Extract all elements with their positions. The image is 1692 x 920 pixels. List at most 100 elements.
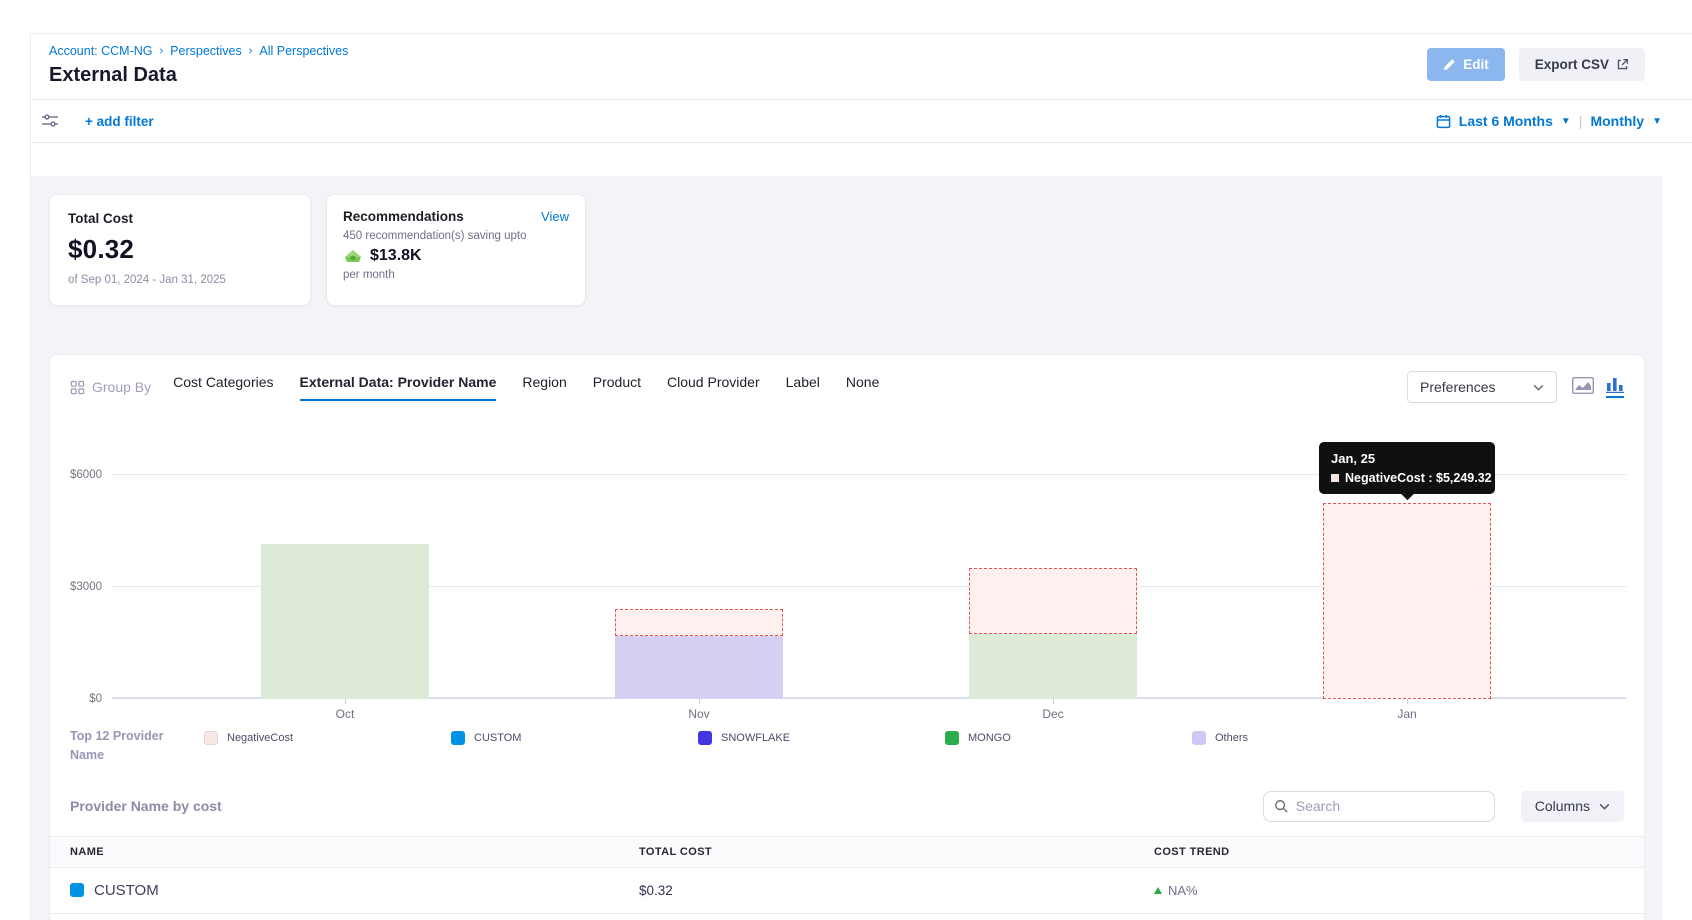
provider-name: CUSTOM <box>94 882 159 899</box>
preferences-dropdown[interactable]: Preferences <box>1407 371 1557 403</box>
legend-label: SNOWFLAKE <box>721 732 790 744</box>
export-csv-button[interactable]: Export CSV <box>1519 48 1645 81</box>
x-axis-tick <box>345 699 346 704</box>
divider: | <box>1579 113 1583 129</box>
savings-per-month: per month <box>343 269 569 281</box>
legend-item-others[interactable]: Others <box>1192 731 1439 745</box>
column-header-cost-trend[interactable]: COST TREND <box>1154 846 1644 858</box>
page-title: External Data <box>49 64 1644 87</box>
group-by-tab-none[interactable]: None <box>846 374 879 399</box>
search-input[interactable] <box>1296 798 1484 814</box>
y-axis-tick-label: $0 <box>50 693 102 705</box>
page-header: Account: CCM-NG › Perspectives › All Per… <box>31 34 1692 100</box>
group-by-tabs: Cost Categories External Data: Provider N… <box>173 374 879 401</box>
column-header-total-cost[interactable]: TOTAL COST <box>639 846 1154 858</box>
trend-value: NA% <box>1168 883 1198 898</box>
total-cost-value: $0.32 <box>68 234 292 265</box>
x-axis-label-nov: Nov <box>688 707 709 721</box>
calendar-icon <box>1436 114 1451 129</box>
group-by-tab-cloud-provider[interactable]: Cloud Provider <box>667 374 760 399</box>
total-cost-label: Total Cost <box>68 211 292 226</box>
add-filter-button[interactable]: + add filter <box>85 114 154 129</box>
tooltip-series-swatch <box>1331 474 1339 482</box>
column-header-name[interactable]: NAME <box>50 846 639 858</box>
x-axis-tick <box>1407 699 1408 704</box>
columns-button[interactable]: Columns <box>1521 791 1624 822</box>
x-axis-tick <box>1053 699 1054 704</box>
header-actions: Edit Export CSV <box>1427 48 1645 81</box>
breadcrumb-separator-icon: › <box>249 45 253 57</box>
group-by-tab-region[interactable]: Region <box>522 374 566 399</box>
breadcrumb-perspectives[interactable]: Perspectives <box>170 44 242 58</box>
chart-bar-dec-mongo[interactable] <box>969 634 1137 699</box>
legend-item-mongo[interactable]: MONGO <box>945 731 1192 745</box>
y-axis-tick-label: $6000 <box>50 469 102 481</box>
group-by-tab-external-data-provider-name[interactable]: External Data: Provider Name <box>300 374 497 401</box>
recommendations-subtitle: 450 recommendation(s) saving upto <box>343 230 569 242</box>
x-axis-label-dec: Dec <box>1042 707 1063 721</box>
trend-up-icon <box>1154 887 1162 894</box>
legend-swatch-mongo <box>945 731 959 745</box>
table-toolbar: Provider Name by cost Columns <box>50 765 1644 836</box>
table-row[interactable]: CUSTOM $0.32 NA% <box>50 868 1644 914</box>
legend-swatch-others <box>1192 731 1206 745</box>
legend-label: CUSTOM <box>474 732 521 744</box>
total-cost-cell: $0.32 <box>639 883 1154 898</box>
group-by-tab-cost-categories[interactable]: Cost Categories <box>173 374 273 399</box>
chart-bar-dec-negativecost[interactable] <box>969 568 1137 633</box>
x-axis-label-oct: Oct <box>336 707 355 721</box>
edit-button[interactable]: Edit <box>1427 48 1505 81</box>
chart-bar-nov-others[interactable] <box>615 636 783 699</box>
provider-cost-table: NAMETOTAL COSTCOST TREND CUSTOM $0.32 NA% <box>50 836 1644 914</box>
y-axis-tick-label: $3000 <box>50 581 102 593</box>
granularity-dropdown[interactable]: Monthly <box>1590 113 1644 129</box>
filter-sliders-icon[interactable] <box>41 113 59 129</box>
breadcrumb-separator-icon: › <box>160 45 164 57</box>
time-range-dropdown[interactable]: Last 6 Months <box>1459 113 1553 129</box>
pencil-icon <box>1443 58 1456 71</box>
chevron-down-icon[interactable]: ▼ <box>1561 116 1571 127</box>
x-axis-label-jan: Jan <box>1397 707 1416 721</box>
total-cost-card: Total Cost $0.32 of Sep 01, 2024 - Jan 3… <box>49 194 311 306</box>
recommendations-card: Recommendations View 450 recommendation(… <box>326 194 586 306</box>
legend-label: MONGO <box>968 732 1011 744</box>
legend-swatch-snowflake <box>698 731 712 745</box>
perspective-chart-card: Group By Cost Categories External Data: P… <box>49 354 1645 920</box>
legend-label: NegativeCost <box>227 732 293 744</box>
legend-swatch-negativecost <box>204 731 218 745</box>
chevron-down-icon <box>1533 384 1544 391</box>
legend-swatch-custom <box>451 731 465 745</box>
group-by-tab-product[interactable]: Product <box>593 374 641 399</box>
chart-bar-jan-negativecost[interactable] <box>1323 503 1491 699</box>
legend-item-custom[interactable]: CUSTOM <box>451 731 698 745</box>
chevron-down-icon[interactable]: ▼ <box>1652 116 1662 127</box>
breadcrumb-all-perspectives[interactable]: All Perspectives <box>259 44 348 58</box>
legend-title: Top 12 Provider Name <box>70 727 180 765</box>
breadcrumb-account[interactable]: Account: CCM-NG <box>49 44 153 58</box>
provider-color-swatch <box>70 883 84 897</box>
area-chart-toggle-icon[interactable] <box>1572 377 1594 397</box>
search-icon <box>1274 799 1288 813</box>
table-title: Provider Name by cost <box>70 798 222 814</box>
legend-item-negativecost[interactable]: NegativeCost <box>204 731 451 745</box>
grid-icon <box>70 380 85 395</box>
tooltip-value: NegativeCost : $5,249.32 <box>1345 471 1492 485</box>
chart-tooltip: Jan, 25 NegativeCost : $5,249.32 <box>1319 442 1495 494</box>
group-by-tab-label[interactable]: Label <box>786 374 820 399</box>
x-axis-tick <box>699 699 700 704</box>
legend-item-snowflake[interactable]: SNOWFLAKE <box>698 731 945 745</box>
legend-label: Others <box>1215 732 1248 744</box>
cost-chart: Jan, 25 NegativeCost : $5,249.32 $0 $3000… <box>50 419 1644 721</box>
filter-bar: + add filter Last 6 Months ▼ | Monthly ▼ <box>31 100 1692 143</box>
group-by-row: Group By Cost Categories External Data: P… <box>50 367 1644 403</box>
chart-bar-nov-negativecost[interactable] <box>615 609 783 635</box>
table-search[interactable] <box>1263 791 1495 822</box>
perspective-page: Account: CCM-NG › Perspectives › All Per… <box>30 33 1692 920</box>
table-header-row: NAMETOTAL COSTCOST TREND <box>50 836 1644 868</box>
recommendations-view-link[interactable]: View <box>541 209 569 224</box>
group-by-label: Group By <box>70 379 151 395</box>
bar-chart-toggle-icon[interactable] <box>1606 376 1624 398</box>
total-cost-period: of Sep 01, 2024 - Jan 31, 2025 <box>68 274 292 286</box>
breadcrumb: Account: CCM-NG › Perspectives › All Per… <box>49 44 1644 58</box>
chart-bar-oct-mongo[interactable] <box>261 544 429 699</box>
